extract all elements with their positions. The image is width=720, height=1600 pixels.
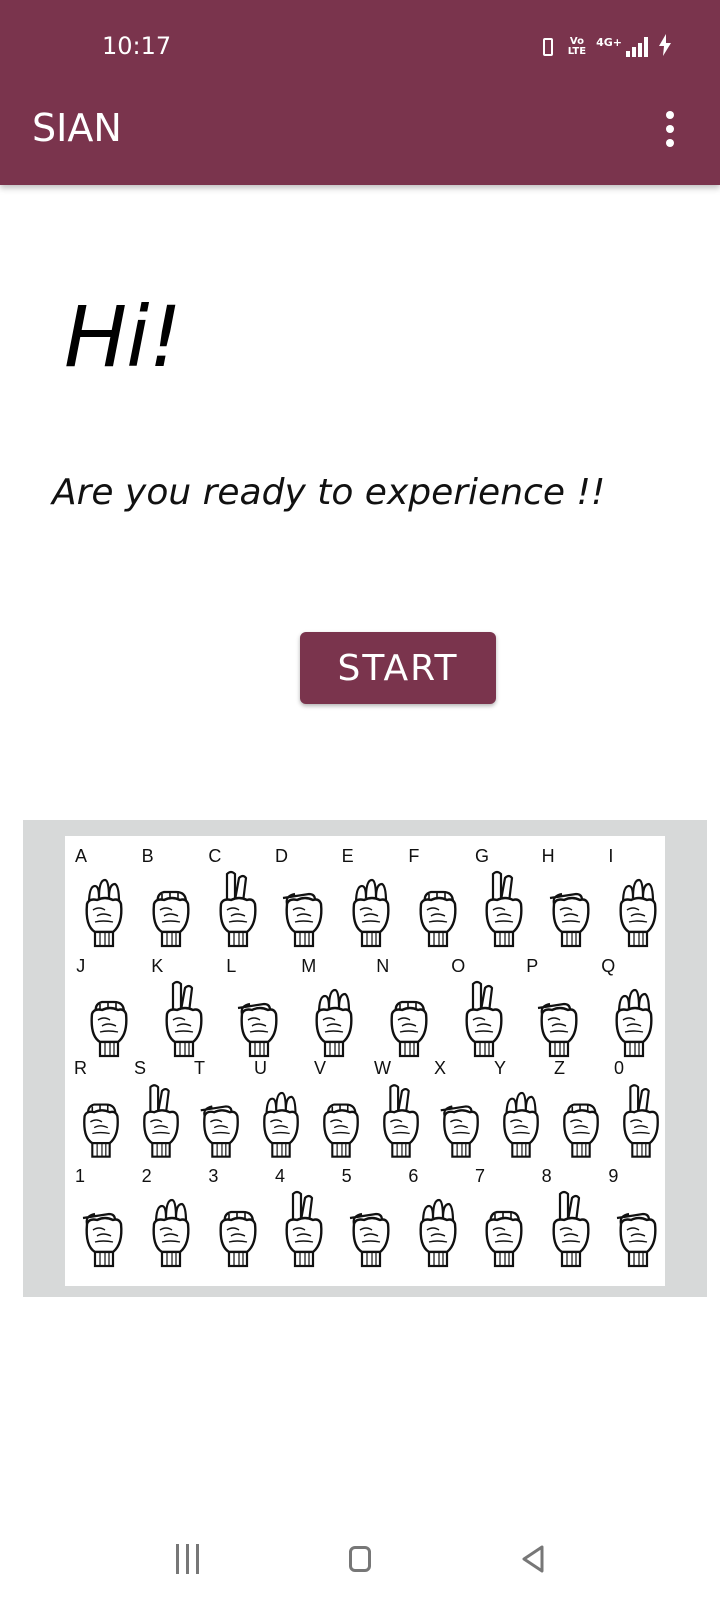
asl-sign-9: 9 <box>598 1166 665 1274</box>
hand-sign-icon <box>83 1212 123 1268</box>
asl-sign-f: F <box>398 846 465 954</box>
asl-sign-5: 5 <box>332 1166 399 1274</box>
asl-sign-1: 1 <box>65 1166 132 1274</box>
more-vert-icon[interactable] <box>664 111 676 147</box>
hand-sign-icon <box>219 1210 257 1268</box>
hand-sign-icon <box>614 988 653 1058</box>
asl-sign-d: D <box>265 846 332 954</box>
asl-sign-8: 8 <box>532 1166 599 1274</box>
hand-sign-icon <box>83 1103 119 1158</box>
asl-sign-y: Y <box>485 1058 545 1166</box>
hand-sign-icon <box>419 890 457 948</box>
hand-sign-icon <box>323 1103 359 1158</box>
hand-sign-icon <box>552 1190 590 1268</box>
hand-sign-icon <box>200 1105 239 1158</box>
asl-sign-c: C <box>198 846 265 954</box>
hand-sign-icon <box>219 870 257 948</box>
app-bar: 10:17 Vo LTE 4G+ SIAN <box>0 0 720 185</box>
recent-apps-icon[interactable] <box>176 1544 200 1574</box>
hand-sign-icon <box>352 878 390 948</box>
asl-sign-m: M <box>290 956 365 1064</box>
hand-sign-icon <box>549 892 590 948</box>
asl-sign-n: N <box>365 956 440 1064</box>
asl-sign-j: J <box>65 956 140 1064</box>
asl-sign-x: X <box>425 1058 485 1166</box>
asl-sign-i: I <box>598 846 665 954</box>
asl-sign-o: O <box>440 956 515 1064</box>
asl-sign-b: B <box>132 846 199 954</box>
asl-sign-t: T <box>185 1058 245 1166</box>
volte-icon: Vo LTE <box>567 36 587 57</box>
asl-sign-0: 0 <box>605 1058 665 1166</box>
asl-sign-7: 7 <box>465 1166 532 1274</box>
hand-sign-icon <box>537 1002 578 1058</box>
hand-sign-icon <box>152 1198 190 1268</box>
charging-icon <box>658 34 672 60</box>
hand-sign-icon <box>89 1000 128 1058</box>
asl-sign-p: P <box>515 956 590 1064</box>
hand-sign-icon <box>503 1091 539 1158</box>
greeting-heading: Hi! <box>64 288 182 386</box>
hand-sign-icon <box>349 1212 390 1268</box>
hand-sign-icon <box>389 1000 428 1058</box>
subtitle-text: Are you ready to experience !! <box>52 472 606 513</box>
hand-sign-icon <box>285 1190 323 1268</box>
hand-sign-icon <box>164 980 203 1058</box>
status-time: 10:17 <box>102 32 172 60</box>
app-title: SIAN <box>32 106 122 150</box>
asl-sign-l: L <box>215 956 290 1064</box>
hand-sign-icon <box>237 1002 278 1058</box>
asl-sign-q: Q <box>590 956 665 1064</box>
asl-grid: ABCDEFGHI JKLMNOPQ RSTUVWXYZ0 123456789 <box>65 836 665 1286</box>
asl-sign-a: A <box>65 846 132 954</box>
hand-sign-icon <box>563 1103 599 1158</box>
hand-sign-icon <box>263 1091 299 1158</box>
hand-sign-icon <box>616 1212 657 1268</box>
hand-sign-icon <box>152 890 190 948</box>
hand-sign-icon <box>85 878 123 948</box>
asl-image-panel: ABCDEFGHI JKLMNOPQ RSTUVWXYZ0 123456789 <box>23 820 707 1297</box>
network-type: 4G+ <box>596 35 622 49</box>
navigation-bar <box>0 1520 720 1600</box>
hand-sign-icon <box>440 1105 479 1158</box>
back-icon[interactable] <box>520 1544 546 1574</box>
asl-sign-2: 2 <box>132 1166 199 1274</box>
asl-sign-3: 3 <box>198 1166 265 1274</box>
asl-sign-r: R <box>65 1058 125 1166</box>
asl-sign-h: H <box>532 846 599 954</box>
asl-sign-w: W <box>365 1058 425 1166</box>
asl-sign-6: 6 <box>398 1166 465 1274</box>
asl-sign-z: Z <box>545 1058 605 1166</box>
hand-sign-icon <box>314 988 353 1058</box>
asl-sign-v: V <box>305 1058 365 1166</box>
hand-sign-icon <box>619 878 657 948</box>
asl-sign-k: K <box>140 956 215 1064</box>
asl-sign-s: S <box>125 1058 185 1166</box>
home-icon[interactable] <box>349 1546 371 1572</box>
asl-sign-4: 4 <box>265 1166 332 1274</box>
hand-sign-icon <box>143 1084 179 1158</box>
hand-sign-icon <box>485 1210 523 1268</box>
asl-sign-g: G <box>465 846 532 954</box>
vibrate-icon <box>538 36 558 58</box>
hand-sign-icon <box>283 892 323 948</box>
asl-alphabet-image: ABCDEFGHI JKLMNOPQ RSTUVWXYZ0 123456789 <box>65 836 665 1286</box>
hand-sign-icon <box>464 980 503 1058</box>
asl-sign-u: U <box>245 1058 305 1166</box>
hand-sign-icon <box>383 1084 419 1158</box>
hand-sign-icon <box>623 1084 659 1158</box>
asl-sign-e: E <box>332 846 399 954</box>
start-button[interactable]: START <box>300 632 496 704</box>
hand-sign-icon <box>419 1198 457 1268</box>
status-icons: Vo LTE 4G+ <box>538 34 672 60</box>
signal-icon <box>626 37 648 57</box>
hand-sign-icon <box>485 870 523 948</box>
